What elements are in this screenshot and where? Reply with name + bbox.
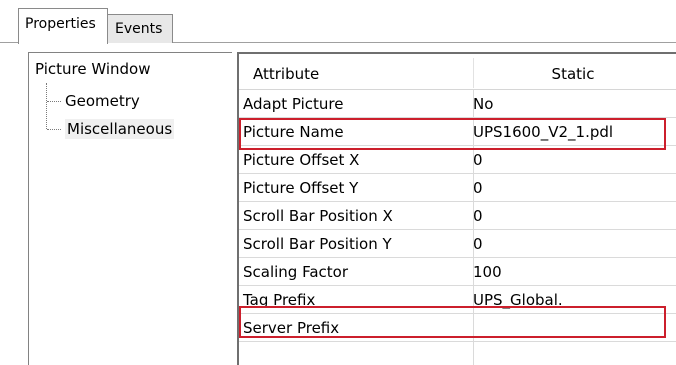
attribute-value[interactable]: 0: [473, 207, 483, 225]
column-header-attribute[interactable]: Attribute: [253, 64, 319, 84]
tree-item-miscellaneous[interactable]: Miscellaneous: [65, 119, 175, 139]
attribute-name: Scaling Factor: [243, 263, 349, 281]
attribute-name: Tag Prefix: [243, 291, 316, 309]
attribute-name: Adapt Picture: [243, 95, 344, 113]
attribute-value[interactable]: 0: [473, 235, 483, 253]
attribute-value[interactable]: 0: [473, 151, 483, 169]
table-row[interactable]: Scroll Bar Position Y 0: [239, 230, 676, 258]
attribute-name: Scroll Bar Position X: [243, 207, 393, 225]
grid-header: Attribute Static: [239, 54, 676, 90]
table-row[interactable]: Picture Offset Y 0: [239, 174, 676, 202]
attribute-value[interactable]: 0: [473, 179, 483, 197]
properties-dialog: Properties Events Picture Window Geometr…: [0, 0, 676, 365]
attribute-name: Picture Offset X: [243, 151, 360, 169]
object-tree: Picture Window Geometry Miscellaneous: [28, 52, 232, 365]
attribute-value[interactable]: UPS_Global.: [473, 291, 563, 309]
attribute-name: Picture Offset Y: [243, 179, 359, 197]
tree-item-label: Geometry: [65, 92, 140, 110]
attribute-name: Scroll Bar Position Y: [243, 235, 392, 253]
column-header-static[interactable]: Static: [473, 64, 673, 84]
tab-events[interactable]: Events: [108, 14, 173, 43]
tree-connector: [46, 83, 47, 129]
tree-connector: [47, 129, 61, 130]
grid-body: Adapt Picture No Picture Name UPS1600_V2…: [239, 90, 676, 342]
tree-item-label: Picture Window: [35, 60, 151, 78]
tree-item-picture-window[interactable]: Picture Window: [35, 59, 151, 79]
table-row[interactable]: Picture Name UPS1600_V2_1.pdl: [239, 118, 676, 146]
tab-properties[interactable]: Properties: [18, 8, 108, 44]
attribute-name: Picture Name: [243, 123, 344, 141]
table-row[interactable]: Adapt Picture No: [239, 90, 676, 118]
table-row[interactable]: Server Prefix: [239, 314, 676, 342]
attribute-value[interactable]: UPS1600_V2_1.pdl: [473, 123, 613, 141]
table-row[interactable]: Scaling Factor 100: [239, 258, 676, 286]
attribute-name: Server Prefix: [243, 319, 340, 337]
attribute-value[interactable]: 100: [473, 263, 502, 281]
tab-properties-label: Properties: [25, 16, 96, 32]
tree-item-geometry[interactable]: Geometry: [65, 91, 140, 111]
table-row[interactable]: Tag Prefix UPS_Global.: [239, 286, 676, 314]
table-row[interactable]: Picture Offset X 0: [239, 146, 676, 174]
tree-item-label: Miscellaneous: [67, 120, 173, 138]
tab-strip: Properties Events: [0, 0, 676, 44]
property-grid: Attribute Static Adapt Picture No Pictur…: [237, 52, 676, 365]
table-row[interactable]: Scroll Bar Position X 0: [239, 202, 676, 230]
attribute-value[interactable]: No: [473, 95, 493, 113]
tree-connector: [47, 101, 61, 102]
tab-events-label: Events: [115, 21, 163, 37]
